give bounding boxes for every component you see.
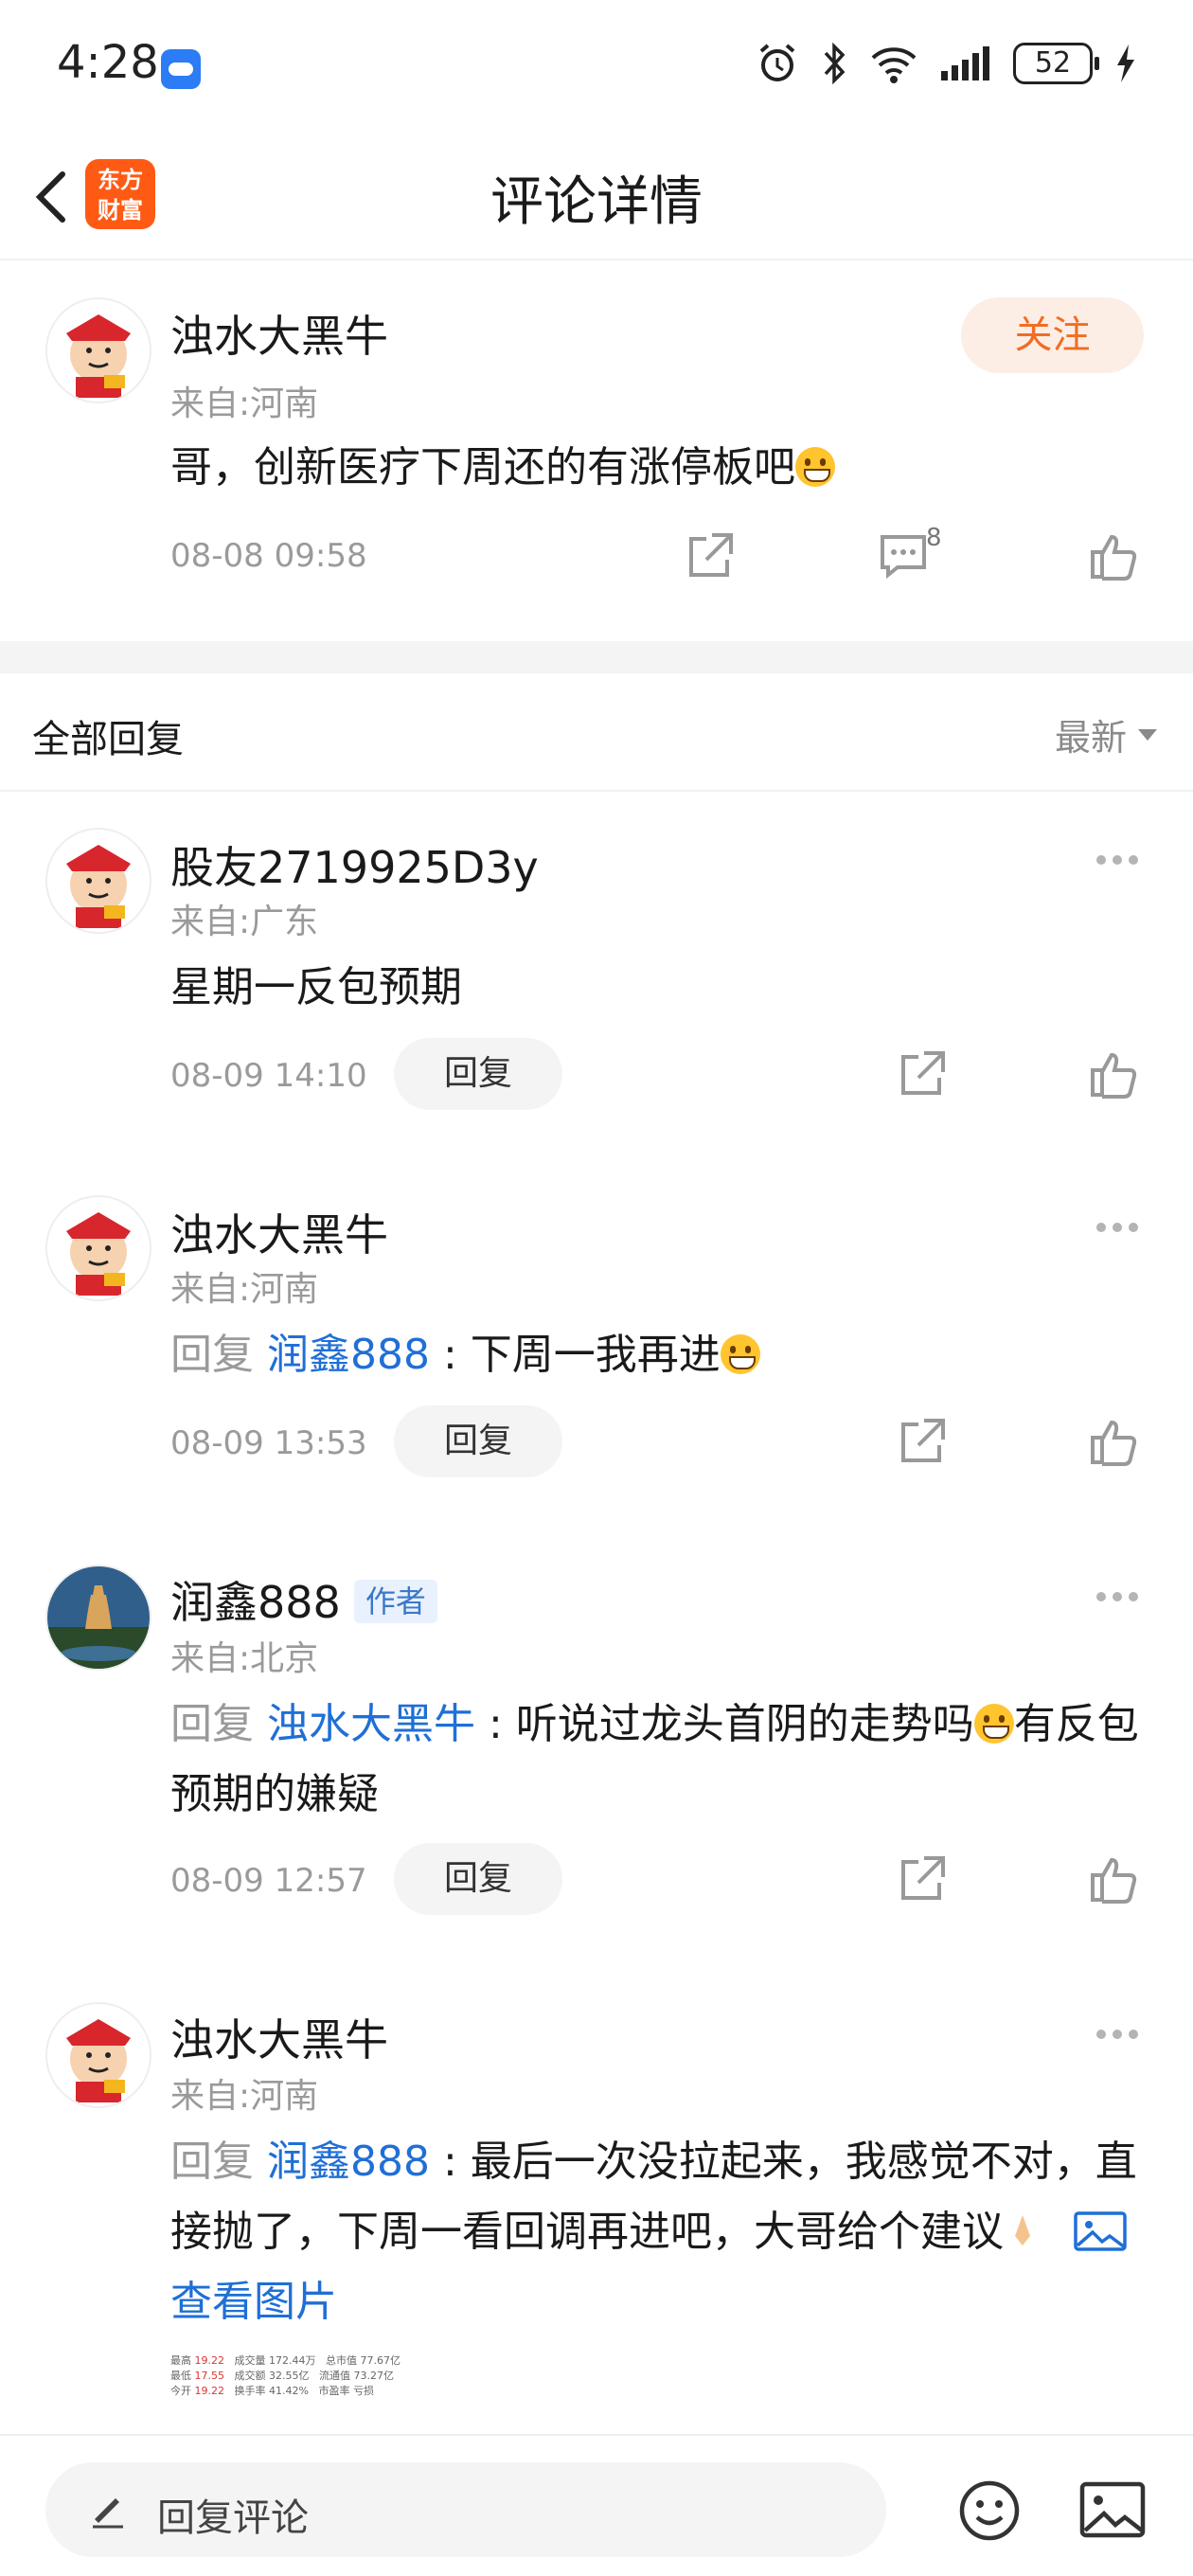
thumb-row: 今开 19.22 换手率 41.42% 市盈率 亏损 — [170, 2385, 374, 2397]
reply-comment-input[interactable]: 回复评论 — [45, 2462, 886, 2557]
laugh-emoji-icon — [720, 1334, 760, 1374]
image-icon — [1074, 2211, 1127, 2251]
avatar-image — [66, 2019, 131, 2102]
more-icon[interactable] — [1096, 2025, 1149, 2044]
follow-button[interactable]: 关注 — [961, 297, 1144, 373]
share-icon[interactable] — [896, 1852, 949, 1905]
like-icon[interactable] — [1087, 1415, 1140, 1468]
section-title: 全部回复 — [32, 718, 184, 761]
like-icon[interactable] — [1087, 1047, 1140, 1100]
timestamp: 08-08 09:58 — [170, 537, 367, 575]
more-icon[interactable] — [1096, 1587, 1149, 1606]
caret-down-icon — [1138, 728, 1157, 741]
grin-emoji-icon — [795, 447, 835, 487]
weather-icon — [161, 49, 201, 89]
share-icon[interactable] — [684, 529, 737, 582]
username[interactable]: 股友2719925D3y — [170, 833, 539, 896]
comment-count: 8 — [926, 524, 942, 552]
status-icons: 52 — [756, 42, 1136, 85]
charging-icon — [1117, 45, 1134, 82]
avatar-image — [66, 845, 131, 928]
signal-icon — [941, 46, 989, 80]
status-time: 4:28 — [57, 36, 159, 89]
alarm-icon — [759, 44, 795, 81]
like-icon[interactable] — [1087, 1852, 1140, 1905]
avatar[interactable] — [45, 297, 151, 403]
attached-image-thumbnail[interactable]: 最高 19.22 成交量 172.44万 总市值 77.67亿 最低 17.55… — [170, 2353, 492, 2420]
reply-text: 星期一反包预期 — [170, 963, 462, 1011]
bluetooth-icon — [824, 42, 846, 85]
emoji-icon[interactable] — [956, 2478, 1023, 2544]
wifi-icon — [871, 47, 917, 83]
reply-text: 回复 润鑫888 : 下周一我再进 — [170, 1320, 760, 1390]
avatar[interactable] — [45, 1195, 151, 1301]
pray-emoji-icon — [1004, 2201, 1042, 2245]
timestamp: 08-09 12:57 — [170, 1862, 367, 1900]
status-bar: 4:28 52 — [0, 0, 1193, 133]
username[interactable]: 浊水大黑牛 — [170, 1201, 388, 1263]
location: 来自:河南 — [170, 2077, 319, 2116]
mention-link[interactable]: 润鑫888 — [267, 2138, 430, 2186]
avatar-image — [66, 1212, 131, 1296]
more-icon[interactable] — [1096, 1218, 1149, 1237]
more-icon[interactable] — [1096, 850, 1149, 869]
username[interactable]: 浊水大黑牛 — [170, 2006, 388, 2068]
main-comment: 浊水大黑牛 来自:河南 关注 哥，创新医疗下周还的有涨停板吧 08-08 09:… — [0, 262, 1193, 641]
section-line — [0, 790, 1193, 792]
timestamp: 08-09 13:53 — [170, 1424, 367, 1462]
avatar[interactable] — [45, 828, 151, 934]
mention-link[interactable]: 浊水大黑牛 — [267, 1700, 475, 1748]
share-icon[interactable] — [896, 1047, 949, 1100]
pencil-icon — [93, 2498, 123, 2529]
avatar[interactable] — [45, 1565, 151, 1671]
input-placeholder: 回复评论 — [157, 2496, 309, 2540]
username[interactable]: 润鑫888 作者 — [170, 1568, 437, 1631]
reply-text: 回复 润鑫888 : 最后一次没拉起来，我感觉不对，直接抛了，下周一看回调再进吧… — [170, 2138, 1137, 2326]
thumb-row: 最高 19.22 成交量 172.44万 总市值 77.67亿 — [170, 2354, 401, 2367]
bottom-bar: 回复评论 — [0, 2434, 1193, 2576]
mention-link[interactable]: 润鑫888 — [267, 1331, 430, 1379]
top-nav: 东方 财富 评论详情 — [0, 133, 1193, 260]
share-icon[interactable] — [896, 1415, 949, 1468]
page-title: 评论详情 — [490, 171, 703, 233]
section-divider — [0, 641, 1193, 673]
avatar[interactable] — [45, 2002, 151, 2108]
reply-text: 回复 浊水大黑牛 : 听说过龙头首阴的走势吗 有反包预期的嫌疑 — [170, 1700, 1139, 1818]
reply-button[interactable]: 回复 — [394, 1405, 562, 1477]
reply-button[interactable]: 回复 — [394, 1038, 562, 1110]
like-icon[interactable] — [1087, 529, 1140, 582]
sort-dropdown[interactable]: 最新 — [1055, 708, 1157, 760]
comment-icon[interactable] — [877, 529, 930, 582]
location: 来自:广东 — [170, 903, 319, 941]
comment-text: 哥，创新医疗下周还的有涨停板吧 — [170, 433, 835, 503]
grin-emoji-icon — [973, 1704, 1014, 1744]
thumb-row: 最低 17.55 成交额 32.55亿 流通值 73.27亿 — [170, 2370, 394, 2382]
username[interactable]: 浊水大黑牛 — [170, 302, 388, 365]
avatar-image — [66, 314, 131, 398]
avatar-image — [47, 1566, 150, 1669]
location: 来自:北京 — [170, 1639, 319, 1678]
battery-icon: 52 — [1013, 43, 1099, 84]
image-upload-icon[interactable] — [1079, 2481, 1146, 2538]
timestamp: 08-09 14:10 — [170, 1057, 367, 1095]
author-badge: 作者 — [353, 1580, 437, 1623]
reply-button[interactable]: 回复 — [394, 1843, 562, 1915]
location: 来自:河南 — [170, 385, 319, 423]
location: 来自:河南 — [170, 1270, 319, 1309]
